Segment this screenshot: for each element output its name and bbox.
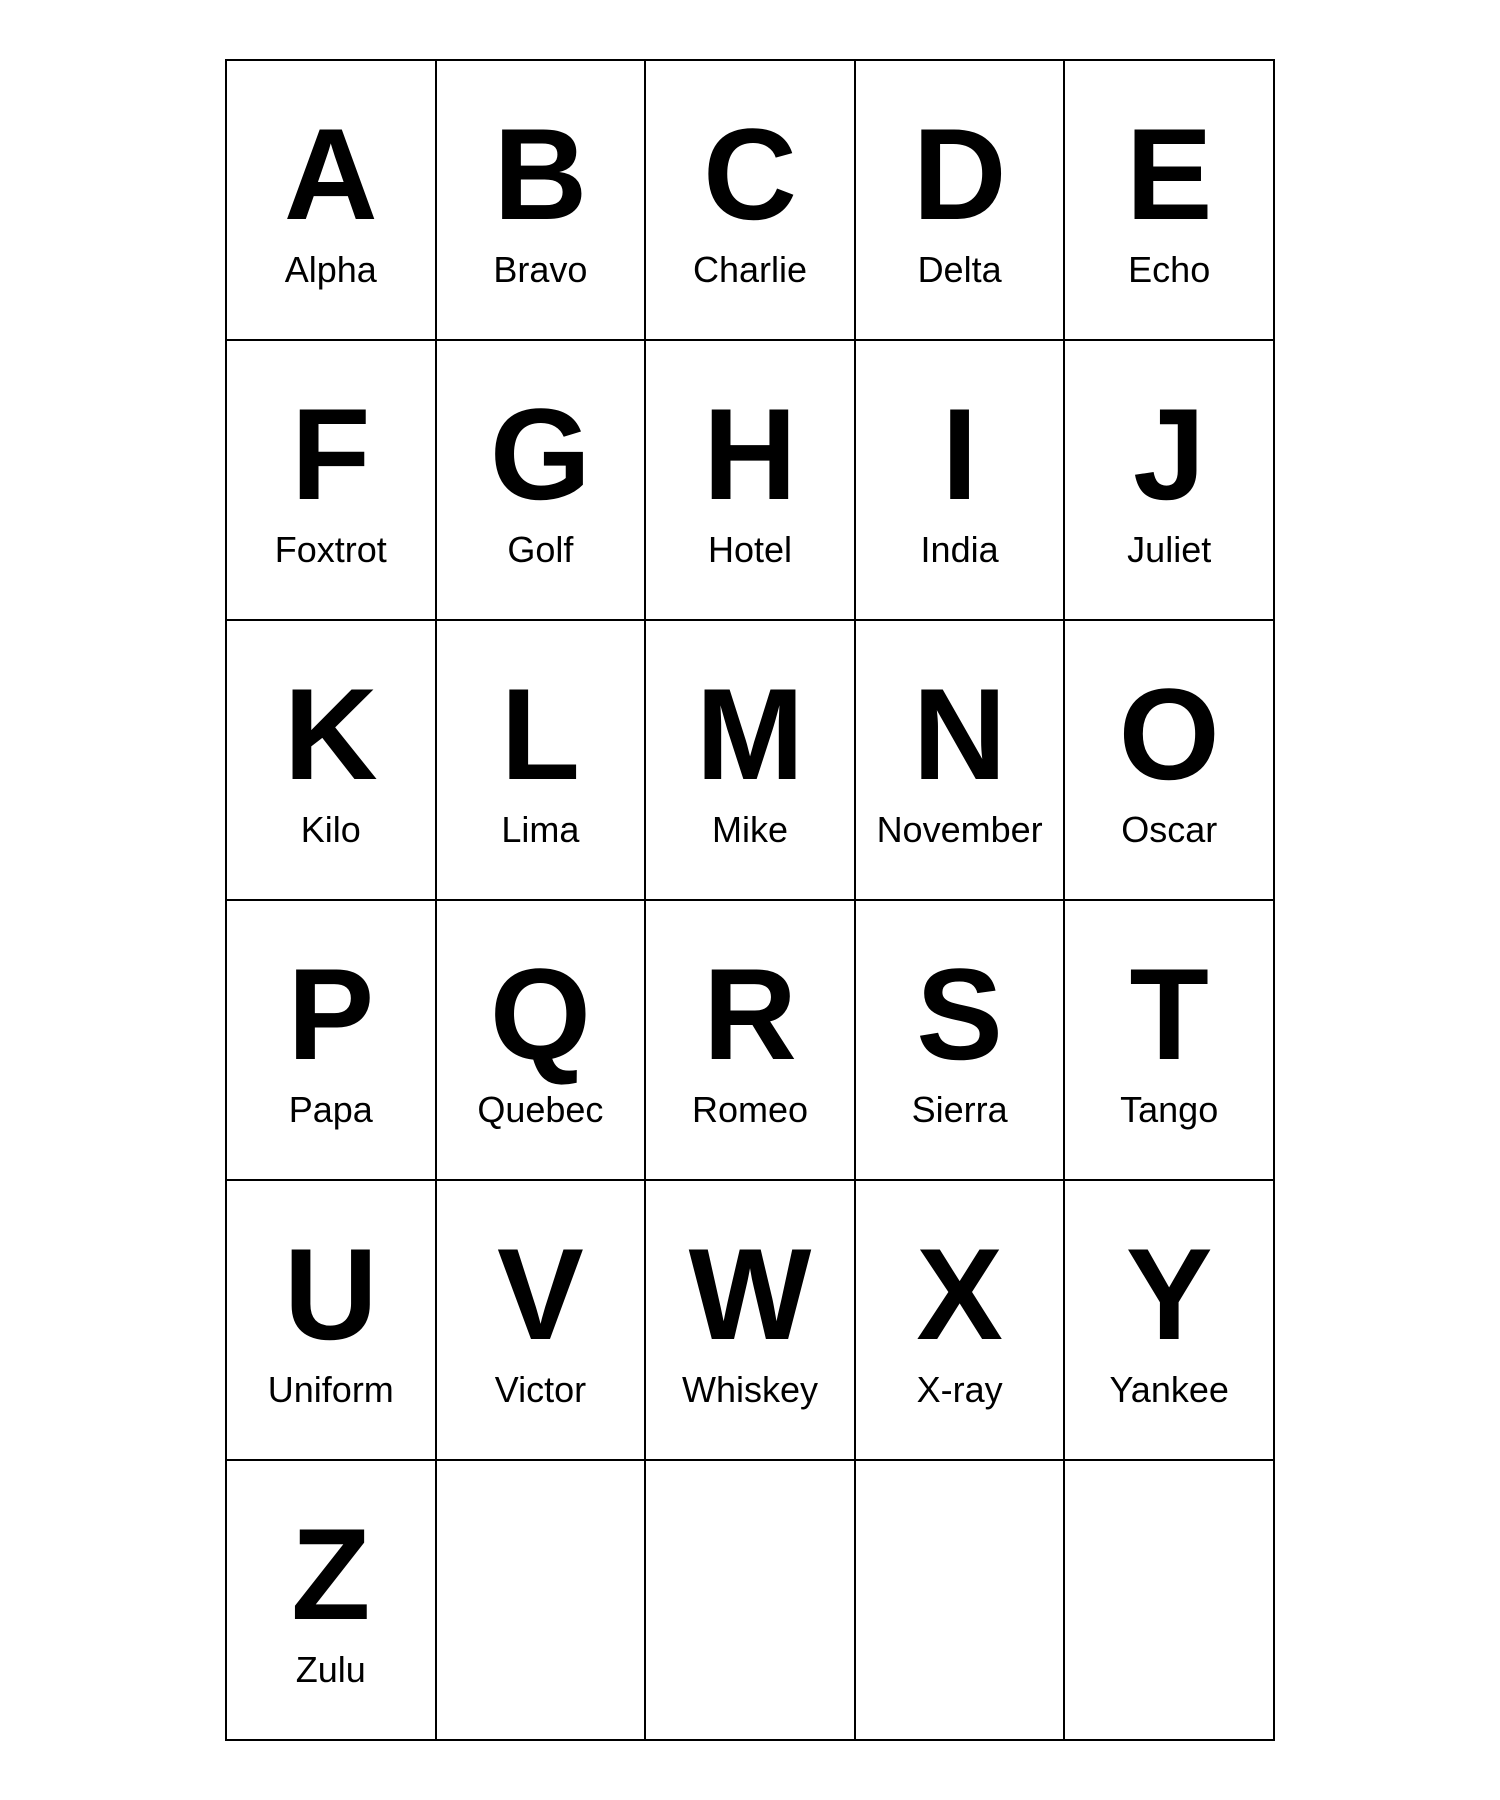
- alphabet-grid: A Alpha B Bravo C Charlie D Delta E Echo F Foxtrot G…: [225, 59, 1275, 1741]
- cell-h: H Hotel: [646, 341, 856, 621]
- cell-empty-0: [437, 1461, 647, 1741]
- cell-p: P Papa: [227, 901, 437, 1181]
- word-sierra: Sierra: [912, 1089, 1008, 1131]
- word-lima: Lima: [501, 809, 579, 851]
- letter-h: H: [703, 389, 797, 519]
- letter-n: N: [913, 669, 1007, 799]
- word-bravo: Bravo: [493, 249, 587, 291]
- cell-f: F Foxtrot: [227, 341, 437, 621]
- letter-q: Q: [490, 949, 591, 1079]
- letter-o: O: [1119, 669, 1220, 799]
- cell-w: W Whiskey: [646, 1181, 856, 1461]
- letter-s: S: [916, 949, 1003, 1079]
- word-tango: Tango: [1120, 1089, 1218, 1131]
- letter-m: M: [696, 669, 804, 799]
- word-mike: Mike: [712, 809, 788, 851]
- cell-n: N November: [856, 621, 1066, 901]
- letter-w: W: [689, 1229, 812, 1359]
- word-yankee: Yankee: [1109, 1369, 1228, 1411]
- letter-t: T: [1129, 949, 1208, 1079]
- cell-g: G Golf: [437, 341, 647, 621]
- letter-j: J: [1133, 389, 1205, 519]
- cell-y: Y Yankee: [1065, 1181, 1275, 1461]
- cell-u: U Uniform: [227, 1181, 437, 1461]
- cell-empty-1: [646, 1461, 856, 1741]
- word-delta: Delta: [918, 249, 1002, 291]
- cell-s: S Sierra: [856, 901, 1066, 1181]
- letter-k: K: [284, 669, 378, 799]
- cell-v: V Victor: [437, 1181, 647, 1461]
- word-oscar: Oscar: [1121, 809, 1217, 851]
- cell-empty-2: [856, 1461, 1066, 1741]
- cell-a: A Alpha: [227, 61, 437, 341]
- word-charlie: Charlie: [693, 249, 807, 291]
- letter-r: R: [703, 949, 797, 1079]
- cell-k: K Kilo: [227, 621, 437, 901]
- word-zulu: Zulu: [296, 1649, 366, 1691]
- word-golf: Golf: [507, 529, 573, 571]
- letter-y: Y: [1126, 1229, 1213, 1359]
- cell-l: L Lima: [437, 621, 647, 901]
- word-kilo: Kilo: [301, 809, 361, 851]
- word-alpha: Alpha: [285, 249, 377, 291]
- letter-c: C: [703, 109, 797, 239]
- word-x-ray: X-ray: [917, 1369, 1003, 1411]
- word-uniform: Uniform: [268, 1369, 394, 1411]
- letter-i: I: [942, 389, 978, 519]
- cell-x: X X-ray: [856, 1181, 1066, 1461]
- cell-q: Q Quebec: [437, 901, 647, 1181]
- cell-m: M Mike: [646, 621, 856, 901]
- letter-e: E: [1126, 109, 1213, 239]
- cell-e: E Echo: [1065, 61, 1275, 341]
- cell-j: J Juliet: [1065, 341, 1275, 621]
- letter-p: P: [287, 949, 374, 1079]
- word-hotel: Hotel: [708, 529, 792, 571]
- word-romeo: Romeo: [692, 1089, 808, 1131]
- letter-d: D: [913, 109, 1007, 239]
- cell-b: B Bravo: [437, 61, 647, 341]
- word-india: India: [921, 529, 999, 571]
- cell-z: Z Zulu: [227, 1461, 437, 1741]
- cell-t: T Tango: [1065, 901, 1275, 1181]
- cell-c: C Charlie: [646, 61, 856, 341]
- word-victor: Victor: [495, 1369, 586, 1411]
- word-quebec: Quebec: [477, 1089, 603, 1131]
- word-whiskey: Whiskey: [682, 1369, 818, 1411]
- word-foxtrot: Foxtrot: [275, 529, 387, 571]
- letter-v: V: [497, 1229, 584, 1359]
- word-november: November: [877, 809, 1043, 851]
- cell-r: R Romeo: [646, 901, 856, 1181]
- letter-z: Z: [291, 1509, 370, 1639]
- letter-a: A: [284, 109, 378, 239]
- word-echo: Echo: [1128, 249, 1210, 291]
- cell-d: D Delta: [856, 61, 1066, 341]
- letter-u: U: [284, 1229, 378, 1359]
- letter-g: G: [490, 389, 591, 519]
- word-juliet: Juliet: [1127, 529, 1211, 571]
- letter-x: X: [916, 1229, 1003, 1359]
- cell-o: O Oscar: [1065, 621, 1275, 901]
- letter-b: B: [493, 109, 587, 239]
- cell-i: I India: [856, 341, 1066, 621]
- letter-f: F: [291, 389, 370, 519]
- cell-empty-3: [1065, 1461, 1275, 1741]
- word-papa: Papa: [289, 1089, 373, 1131]
- letter-l: L: [501, 669, 580, 799]
